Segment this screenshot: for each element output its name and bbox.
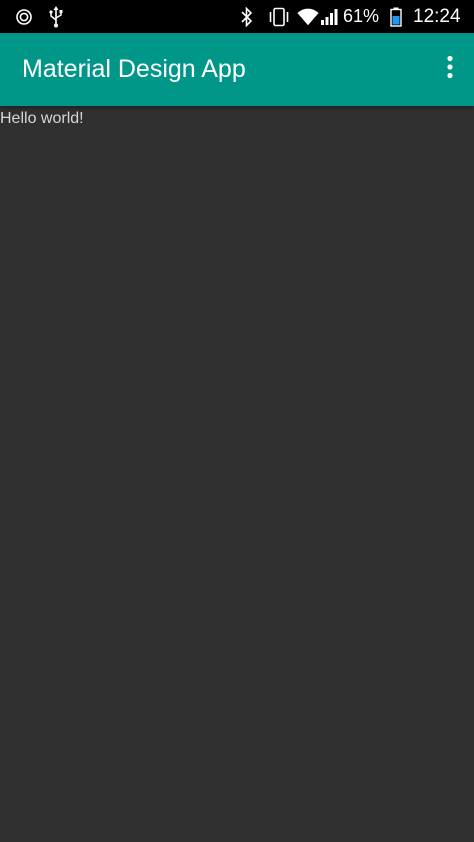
overflow-menu-button[interactable] <box>434 47 466 91</box>
content-area: Hello world! <box>0 106 474 842</box>
signal-icon <box>320 0 338 33</box>
vibrate-icon <box>268 0 290 33</box>
bluetooth-icon <box>238 0 256 33</box>
more-vert-icon <box>446 55 454 84</box>
hello-text: Hello world! <box>0 110 84 127</box>
status-bar: 61% 12:24 <box>0 0 474 33</box>
app-bar: Material Design App <box>0 33 474 106</box>
usb-icon <box>45 0 67 33</box>
battery-percent: 61% <box>343 6 380 26</box>
clock: 12:24 <box>413 6 461 27</box>
battery-icon <box>388 0 404 33</box>
notification-ring-icon <box>12 0 36 33</box>
screen: 61% 12:24 Material Design App Hello worl… <box>0 0 474 842</box>
app-title: Material Design App <box>22 55 246 83</box>
wifi-icon <box>297 0 319 33</box>
